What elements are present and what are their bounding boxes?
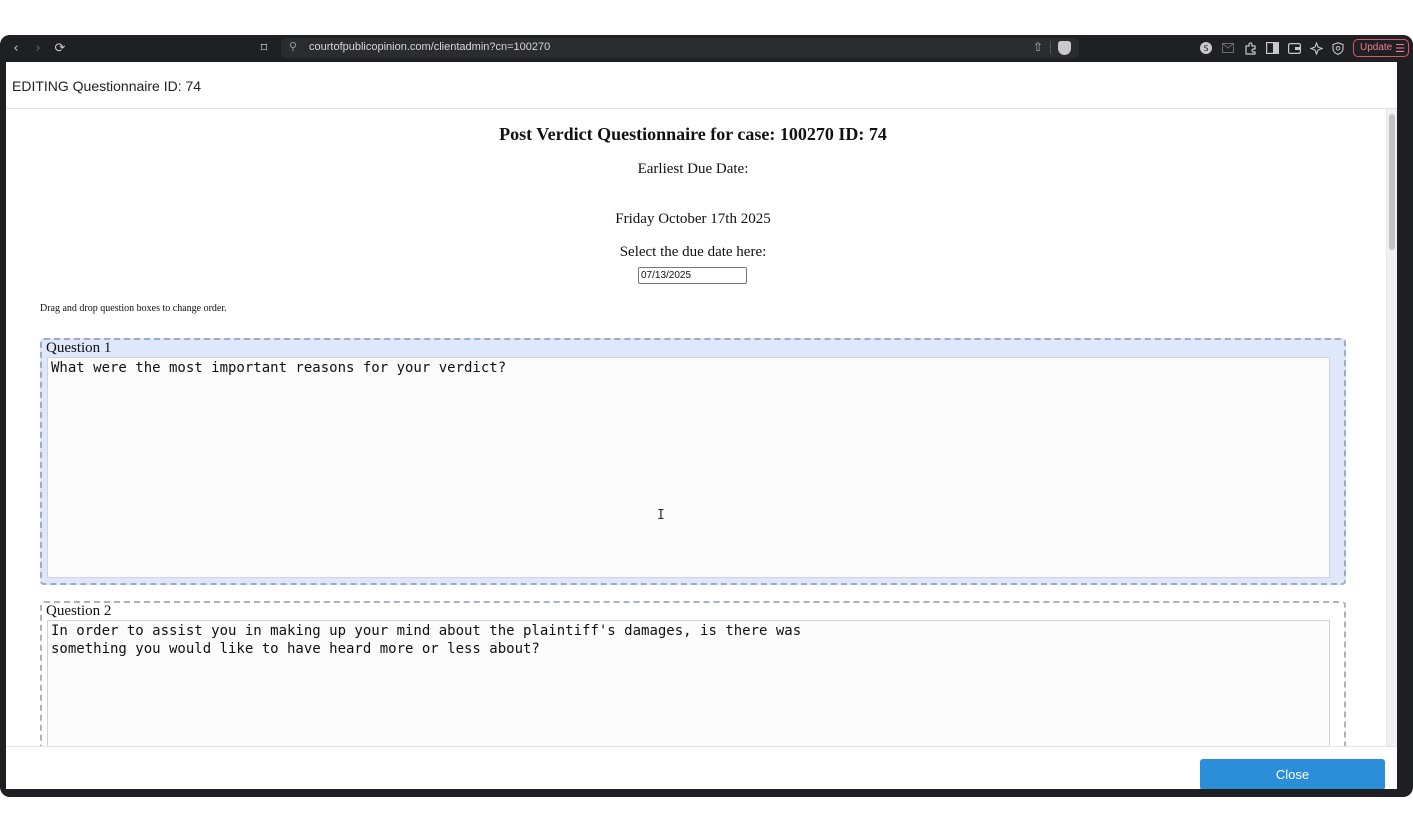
question-box[interactable]: Question 1 What were the most important …: [40, 338, 1346, 585]
question-label: Question 2: [46, 603, 112, 619]
scrollbar[interactable]: [1386, 109, 1397, 746]
reload-icon[interactable]: ⟳: [53, 39, 67, 57]
due-date-input[interactable]: 07/13/2025: [638, 267, 747, 284]
forward-icon[interactable]: ›: [32, 39, 44, 57]
questionnaire-heading: Post Verdict Questionnaire for case: 100…: [499, 124, 887, 144]
browser-window: ‹ › ⟳ ⌑ ⚲ courtofpublicopinion.com/clien…: [0, 35, 1413, 797]
leo-ai-icon[interactable]: [1309, 39, 1323, 57]
earliest-due-date: Friday October 17th 2025: [615, 211, 771, 227]
modal-header: EDITING Questionnaire ID: 74: [6, 62, 1397, 109]
modal-title: EDITING Questionnaire ID: 74: [12, 78, 202, 94]
update-button[interactable]: Update ☰: [1353, 39, 1409, 57]
modal-body: Post Verdict Questionnaire for case: 100…: [6, 110, 1386, 746]
brave-shields-icon[interactable]: [1058, 41, 1071, 55]
close-button[interactable]: Close: [1200, 759, 1385, 789]
divider: [1050, 41, 1051, 54]
select-due-date-label: Select the due date here:: [619, 244, 767, 260]
vpn-shield-icon[interactable]: [1331, 39, 1345, 57]
share-icon[interactable]: ⇧: [1033, 40, 1043, 54]
question-label: Question 1: [46, 340, 112, 356]
question-textarea[interactable]: What were the most important reasons for…: [47, 357, 1330, 578]
wallet-icon[interactable]: [1287, 39, 1301, 57]
site-settings-icon[interactable]: ⚲: [289, 40, 297, 53]
page-viewport: EDITING Questionnaire ID: 74 Post Verdic…: [6, 62, 1397, 789]
earliest-due-label: Earliest Due Date:: [637, 161, 749, 177]
question-textarea[interactable]: In order to assist you in making up your…: [47, 620, 1330, 746]
address-bar[interactable]: ⚲ courtofpublicopinion.com/clientadmin?c…: [281, 38, 1079, 58]
drag-hint: Drag and drop question boxes to change o…: [40, 303, 227, 314]
browser-toolbar: ‹ › ⟳ ⌑ ⚲ courtofpublicopinion.com/clien…: [0, 35, 1413, 61]
question-box[interactable]: Question 2 In order to assist you in mak…: [40, 601, 1346, 746]
bookmark-icon[interactable]: ⌑: [257, 39, 271, 57]
sidebar-icon[interactable]: [1265, 39, 1279, 57]
text-cursor-icon: I: [657, 508, 665, 523]
extension-mail-icon[interactable]: [1221, 39, 1235, 57]
extensions-puzzle-icon[interactable]: [1243, 39, 1257, 57]
extension-s-icon[interactable]: S: [1199, 39, 1212, 57]
url-text[interactable]: courtofpublicopinion.com/clientadmin?cn=…: [309, 41, 550, 53]
modal-footer: Close: [6, 746, 1397, 789]
update-label: Update: [1360, 42, 1393, 53]
back-icon[interactable]: ‹: [10, 39, 22, 57]
scrollbar-thumb[interactable]: [1389, 114, 1395, 250]
svg-text:S: S: [1203, 44, 1208, 53]
menu-icon[interactable]: ☰: [1395, 41, 1405, 57]
